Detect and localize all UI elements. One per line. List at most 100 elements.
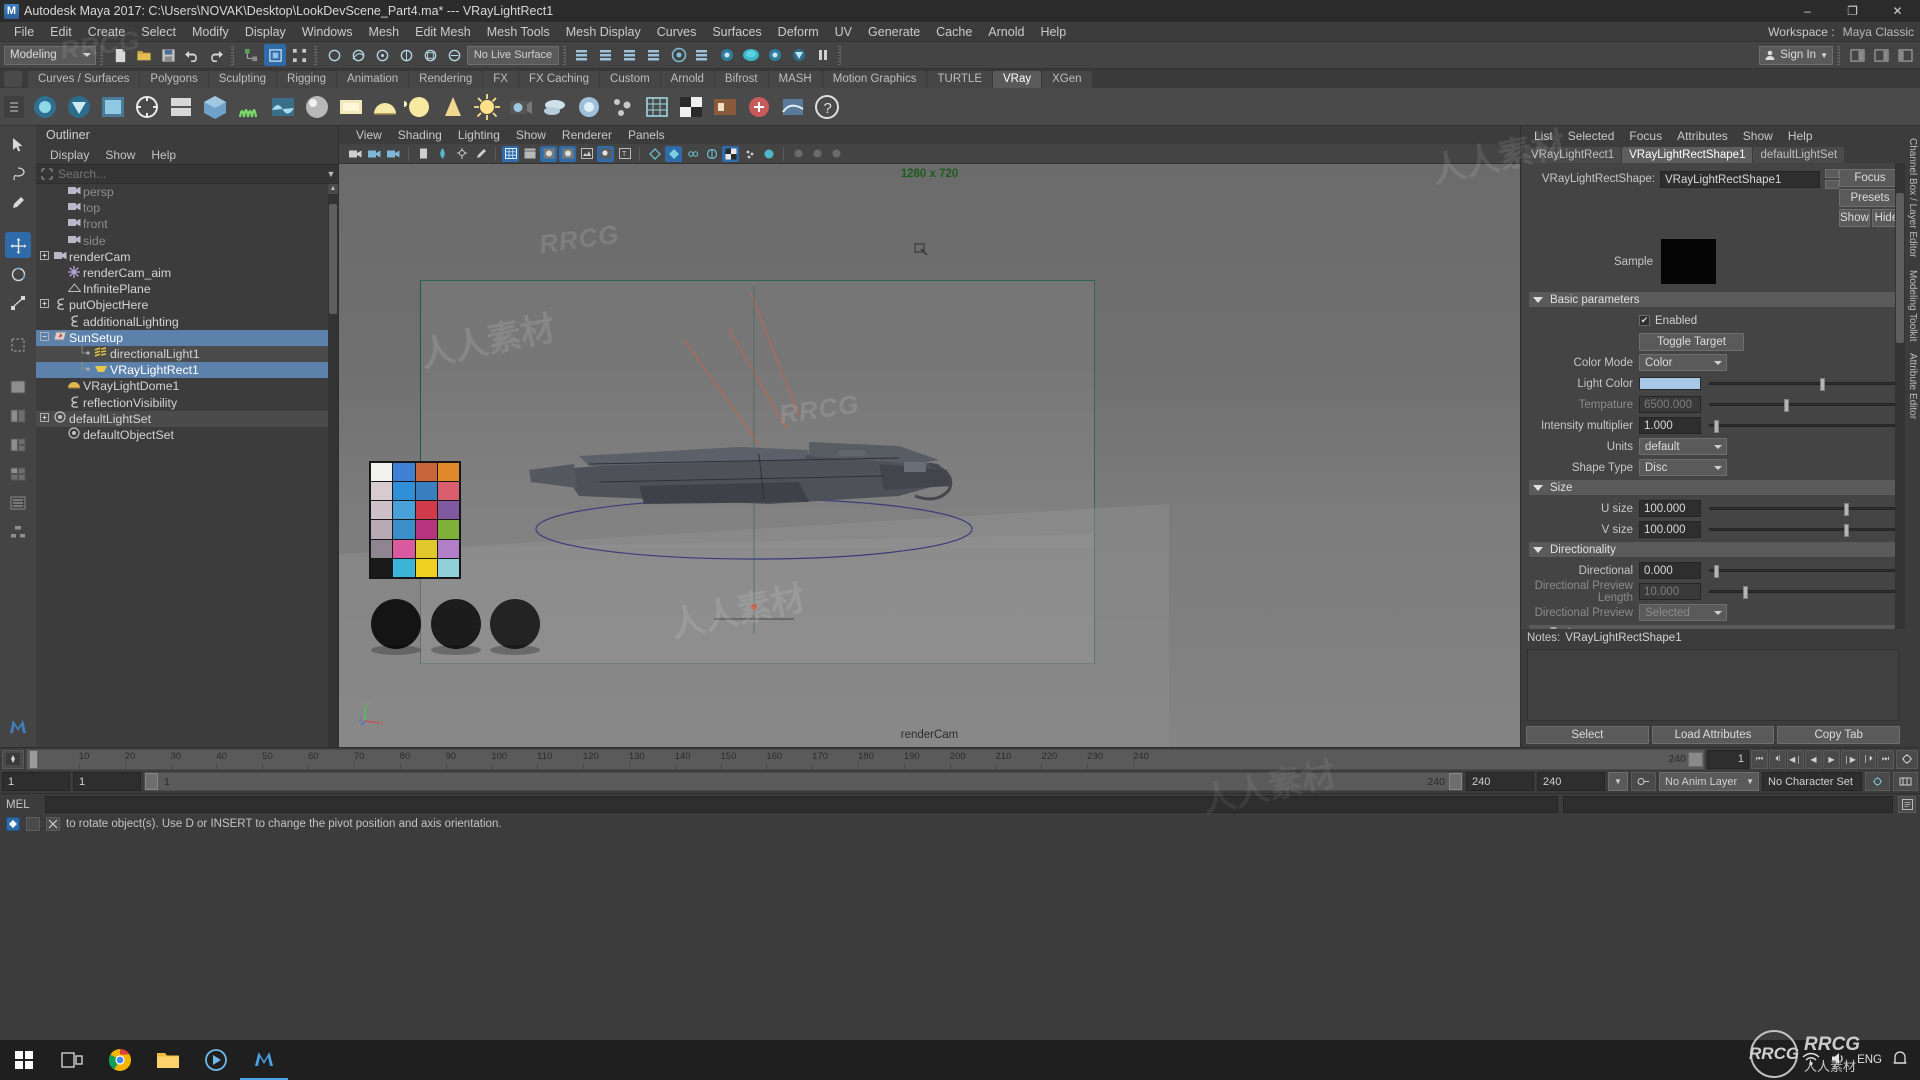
- outliner-tree[interactable]: ▲ persptopfrontsiderenderCamrenderCam_ai…: [36, 184, 338, 747]
- ae-tab-VRayLightRectShape1[interactable]: VRayLightRectShape1: [1622, 147, 1752, 163]
- snap-curve-icon[interactable]: [347, 44, 369, 66]
- menu-deform[interactable]: Deform: [770, 22, 827, 42]
- snap-point-icon[interactable]: [371, 44, 393, 66]
- shelf-tab-arnold[interactable]: Arnold: [661, 71, 714, 88]
- two-sided-lighting-icon[interactable]: [434, 146, 451, 162]
- vray-sphere-fade-icon[interactable]: [574, 92, 604, 122]
- menu-select[interactable]: Select: [133, 22, 184, 42]
- search-input[interactable]: [58, 167, 320, 181]
- time-range-handle[interactable]: [1688, 752, 1703, 767]
- animation-preferences-button[interactable]: [1865, 772, 1890, 791]
- shelf-tab-rigging[interactable]: Rigging: [277, 71, 336, 88]
- menu-mesh-tools[interactable]: Mesh Tools: [479, 22, 558, 42]
- slider-handle[interactable]: [1714, 420, 1719, 433]
- two-pane-layout-icon[interactable]: [5, 403, 31, 429]
- ae-menu-list[interactable]: List: [1527, 127, 1560, 145]
- menu-create[interactable]: Create: [80, 22, 134, 42]
- vray-settings-icon[interactable]: [30, 92, 60, 122]
- menu-help[interactable]: Help: [1032, 22, 1074, 42]
- field-v-size[interactable]: 100.000: [1639, 521, 1701, 538]
- collapse-minus-icon[interactable]: [38, 332, 51, 344]
- menu-curves[interactable]: Curves: [649, 22, 705, 42]
- menu-display[interactable]: Display: [237, 22, 294, 42]
- viewport-menu-shading[interactable]: Shading: [391, 127, 449, 144]
- range-end-field[interactable]: 240: [1537, 772, 1605, 791]
- select-history-icon[interactable]: [644, 44, 666, 66]
- vray-material-icon[interactable]: [302, 92, 332, 122]
- rotate-tool-icon[interactable]: [5, 261, 31, 287]
- vray-light-dome-icon[interactable]: [370, 92, 400, 122]
- range-bar[interactable]: 1 240: [144, 772, 1463, 791]
- shelf-tab-rendering[interactable]: Rendering: [409, 71, 482, 88]
- field-u-size[interactable]: 100.000: [1639, 500, 1701, 517]
- shelf-tab-vray[interactable]: VRay: [993, 71, 1041, 88]
- outliner-search-row[interactable]: ▼: [36, 164, 338, 184]
- ae-section-texture[interactable]: Texture: [1529, 625, 1901, 629]
- outliner-item-InfinitePlane[interactable]: InfinitePlane: [36, 281, 338, 297]
- show-hide-attribute-editor-icon[interactable]: [1870, 44, 1892, 66]
- range-start-field[interactable]: 1: [2, 772, 70, 791]
- textured-shading-icon[interactable]: [559, 146, 576, 162]
- shelf-tab-fx[interactable]: FX: [483, 71, 518, 88]
- ae-footer-select-button[interactable]: Select: [1526, 726, 1649, 744]
- vray-fur-icon[interactable]: [234, 92, 264, 122]
- viewport-menu-renderer[interactable]: Renderer: [555, 127, 619, 144]
- vray-light-sphere-icon[interactable]: [404, 92, 434, 122]
- playback-speed-chevron-icon[interactable]: ▼: [1608, 772, 1628, 791]
- dropdown-directional-preview[interactable]: Selected: [1639, 604, 1727, 621]
- expand-plus-icon[interactable]: [38, 413, 51, 425]
- save-scene-icon[interactable]: [157, 44, 179, 66]
- xray-mode-icon[interactable]: [646, 146, 663, 162]
- command-line-input[interactable]: [45, 796, 1558, 813]
- language-indicator[interactable]: ENG: [1857, 1054, 1882, 1066]
- vray-mesh-light-icon[interactable]: [132, 92, 162, 122]
- outliner-item-VRayLightDome1[interactable]: VRayLightDome1: [36, 378, 338, 394]
- outliner-item-top[interactable]: top: [36, 200, 338, 216]
- playback-start-field[interactable]: 1: [73, 772, 141, 791]
- menu-modify[interactable]: Modify: [184, 22, 237, 42]
- outliner-item-directionalLight1[interactable]: directionalLight1: [36, 346, 338, 362]
- four-pane-layout-icon[interactable]: [5, 461, 31, 487]
- slider-v-size[interactable]: [1709, 528, 1895, 531]
- output-list-icon[interactable]: [596, 44, 618, 66]
- lasso-select-tool-icon[interactable]: [5, 161, 31, 187]
- slider-u-size[interactable]: [1709, 507, 1895, 510]
- vray-denoiser-icon[interactable]: [778, 92, 808, 122]
- menu-uv[interactable]: UV: [827, 22, 860, 42]
- shelf-tab-motion-graphics[interactable]: Motion Graphics: [823, 71, 927, 88]
- go-to-end-icon[interactable]: ⏭: [1877, 750, 1894, 769]
- vray-utility-icon[interactable]: [744, 92, 774, 122]
- vray-sun-icon[interactable]: [472, 92, 502, 122]
- vray-clipper-icon[interactable]: [166, 92, 196, 122]
- menu-generate[interactable]: Generate: [860, 22, 928, 42]
- input-list-icon[interactable]: [572, 44, 594, 66]
- construction-history-icon[interactable]: [620, 44, 642, 66]
- script-editor-icon[interactable]: [1898, 796, 1916, 813]
- scrollbar-thumb[interactable]: [1896, 193, 1904, 343]
- slider-intensity-multiplier[interactable]: [1709, 424, 1895, 427]
- shelf-tab-turtle[interactable]: TURTLE: [927, 71, 992, 88]
- snap-view-plane-icon[interactable]: [419, 44, 441, 66]
- outliner-menu-display[interactable]: Display: [44, 146, 95, 164]
- vray-proxy-icon[interactable]: [200, 92, 230, 122]
- animation-key-icon[interactable]: [2, 750, 24, 769]
- notes-textarea[interactable]: [1527, 649, 1899, 721]
- field-directional[interactable]: 0.000: [1639, 562, 1701, 579]
- ipr-render-icon[interactable]: [692, 44, 714, 66]
- ae-menu-focus[interactable]: Focus: [1622, 127, 1669, 145]
- outliner-item-SunSetup[interactable]: SunSetup: [36, 330, 338, 346]
- expand-plus-icon[interactable]: [38, 299, 51, 311]
- show-hide-channel-box-icon[interactable]: [1846, 44, 1868, 66]
- viewport-menu-show[interactable]: Show: [509, 127, 553, 144]
- select-camera-icon[interactable]: [347, 146, 364, 162]
- no-live-surface-field[interactable]: No Live Surface: [467, 46, 559, 65]
- exposure-icon[interactable]: [703, 146, 720, 162]
- playback-end-field[interactable]: 240: [1466, 772, 1534, 791]
- paint-select-tool-icon[interactable]: [5, 190, 31, 216]
- single-pane-layout-icon[interactable]: [5, 374, 31, 400]
- screen-space-ao-icon[interactable]: T: [616, 146, 633, 162]
- outliner-item-front[interactable]: front: [36, 216, 338, 232]
- shelf-tab-animation[interactable]: Animation: [337, 71, 408, 88]
- outliner-layout-icon[interactable]: [5, 490, 31, 516]
- image-plane-icon[interactable]: [415, 146, 432, 162]
